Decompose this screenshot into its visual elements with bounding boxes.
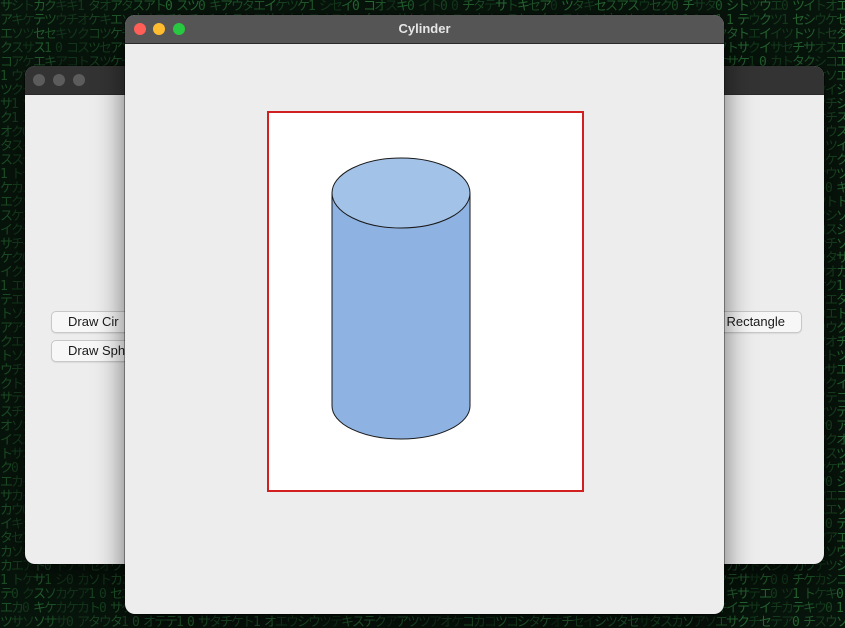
minimize-button[interactable]	[53, 74, 65, 86]
cylinder-body	[331, 193, 471, 440]
zoom-button[interactable]	[73, 74, 85, 86]
cylinder-top	[331, 157, 471, 229]
cylinder-window-titlebar[interactable]: Cylinder	[125, 15, 724, 44]
close-button[interactable]	[33, 74, 45, 86]
window-title: Cylinder	[398, 21, 451, 36]
drawing-canvas	[267, 111, 584, 492]
matrix-glyph-column: エ セ タ エ エ エ シ シ ス ス イ ク ツ キ ト ソ シ ソ サ カ …	[836, 0, 845, 628]
cylinder-shape	[331, 157, 471, 440]
cylinder-window: Cylinder	[125, 15, 724, 614]
